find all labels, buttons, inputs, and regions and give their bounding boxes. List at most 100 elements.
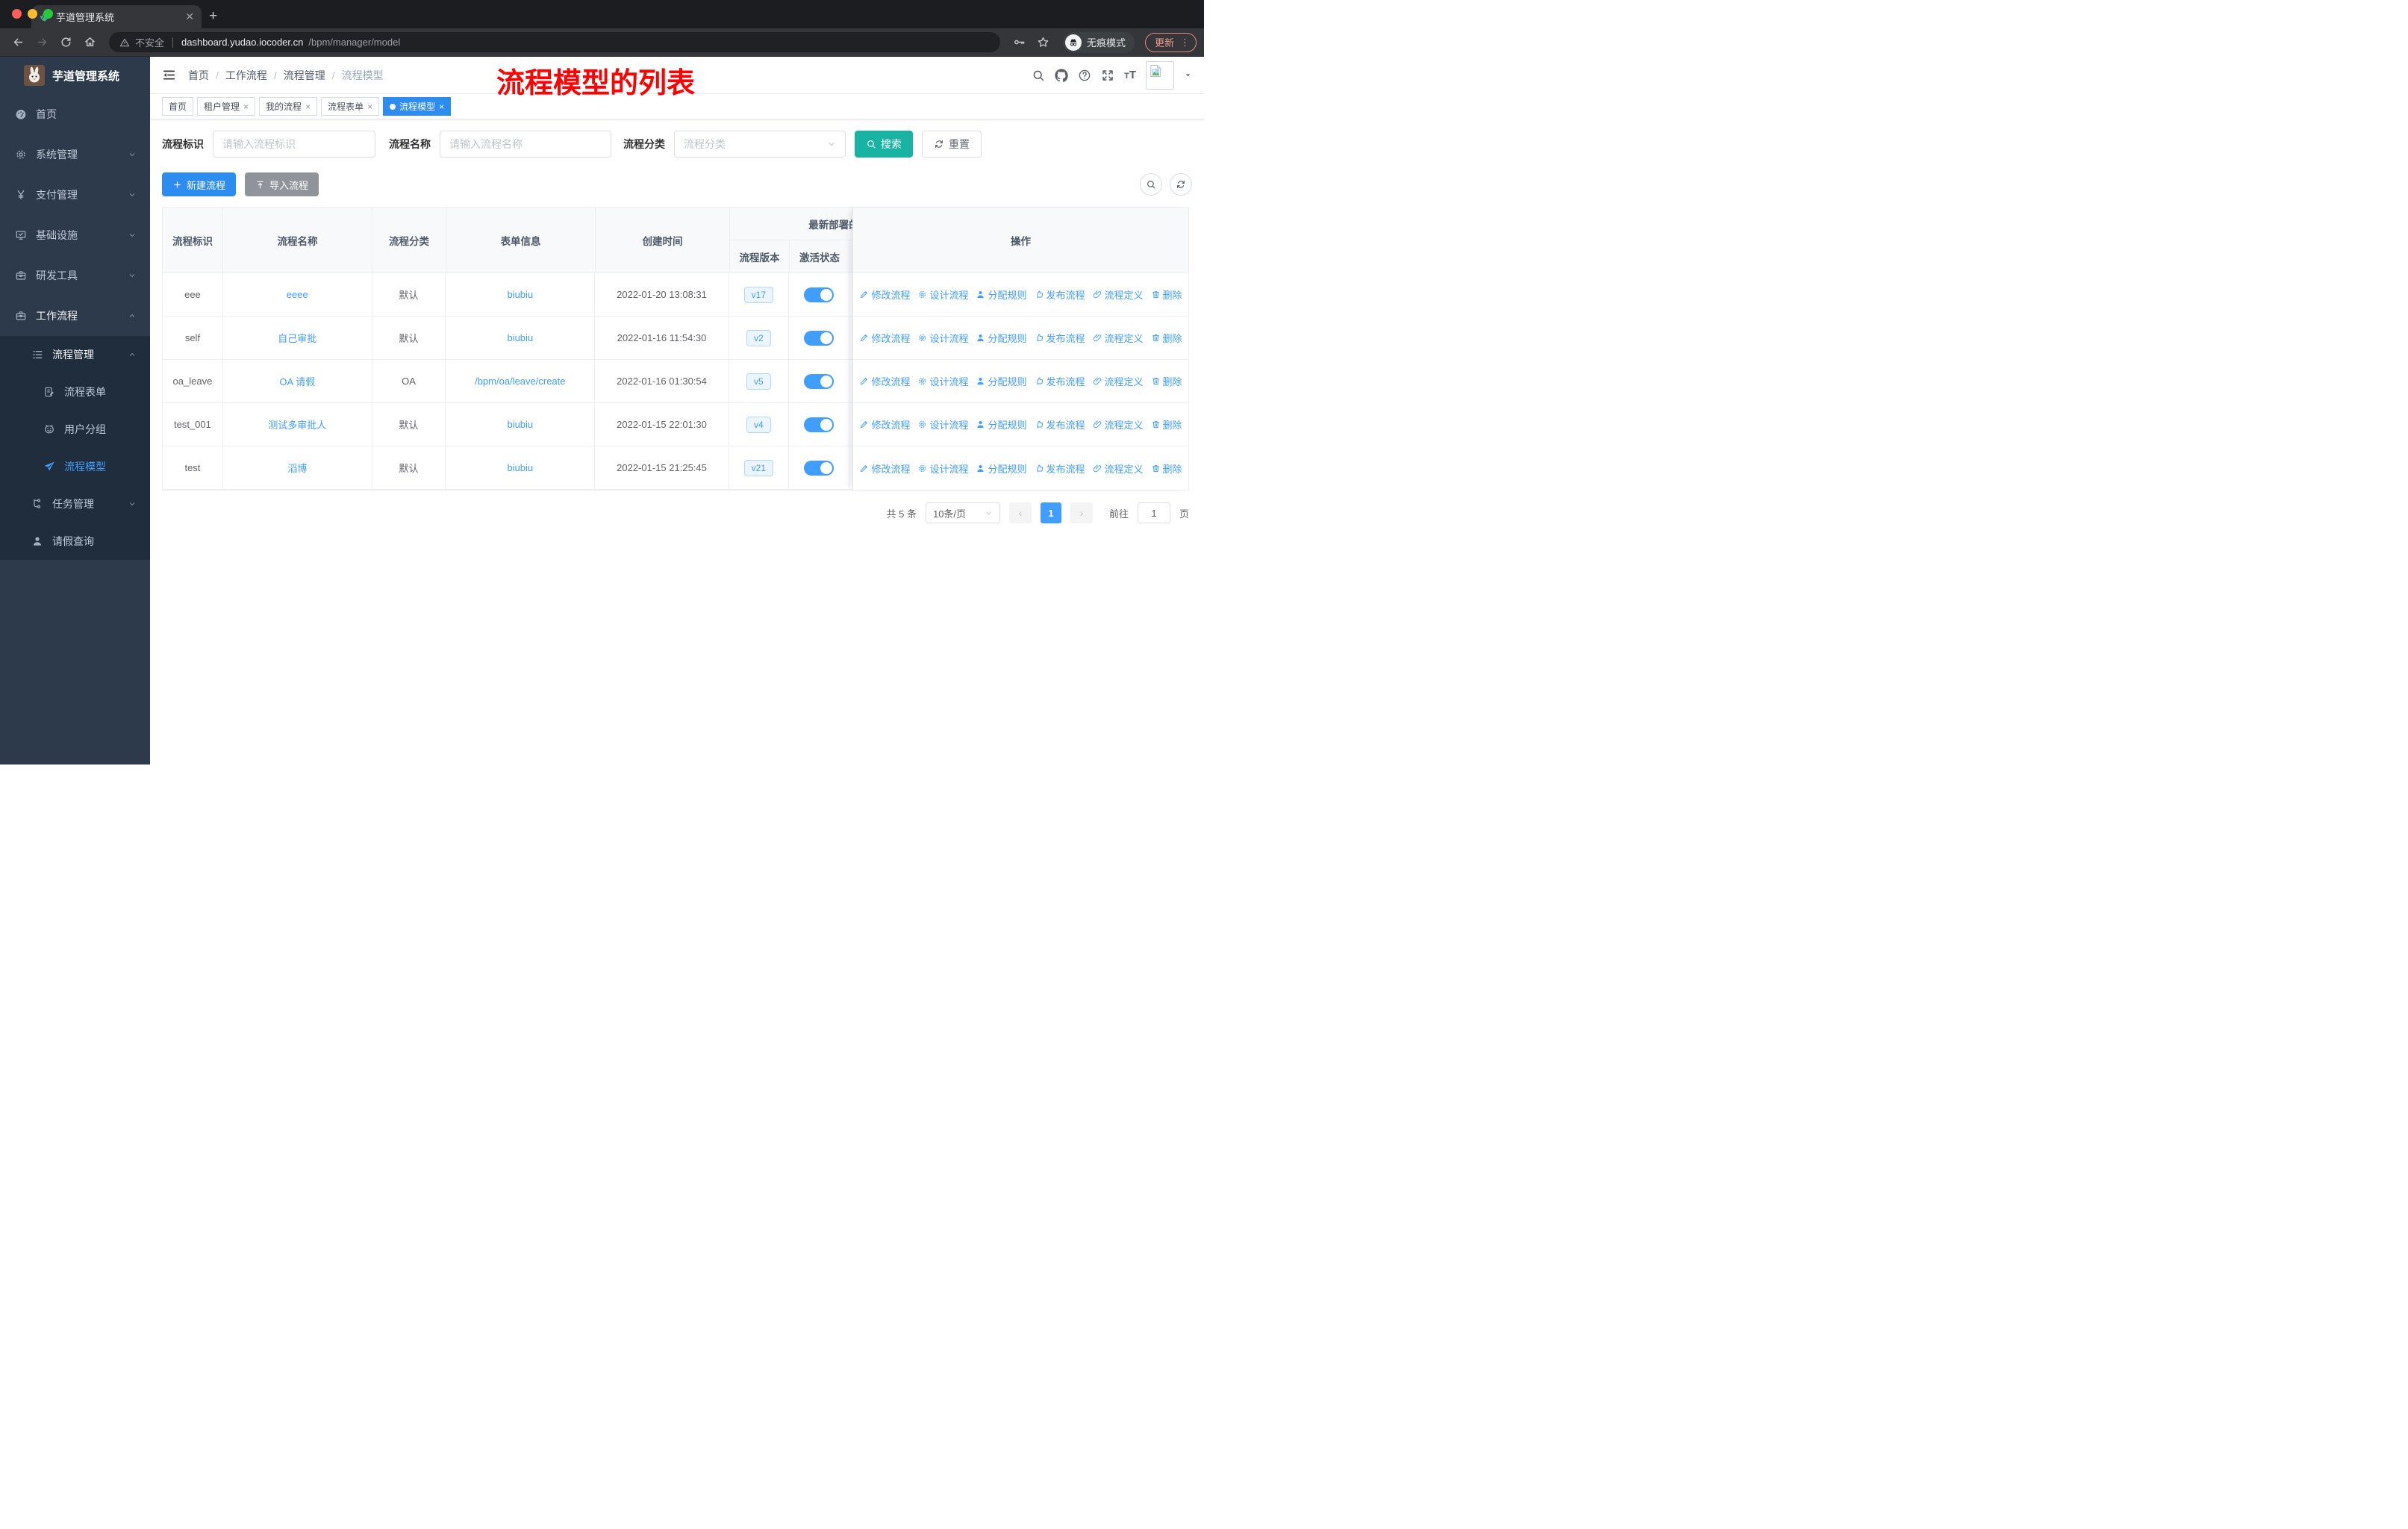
close-icon[interactable]: ×	[367, 102, 372, 112]
back-button[interactable]	[7, 32, 28, 53]
edit-process-link[interactable]: 修改流程	[859, 287, 910, 302]
process-name-input[interactable]	[440, 131, 611, 158]
design-process-link[interactable]: 设计流程	[917, 374, 968, 388]
minimize-window-button[interactable]	[28, 9, 37, 19]
sidebar-item-leave-query[interactable]: 请假查询	[0, 523, 150, 560]
create-process-button[interactable]: 新建流程	[162, 172, 237, 196]
sidebar-item-infra[interactable]: 基础设施	[0, 215, 150, 255]
tag-process-model[interactable]: 流程模型 ×	[383, 97, 452, 116]
active-toggle[interactable]	[803, 373, 834, 389]
refresh-table-button[interactable]	[1170, 173, 1192, 196]
active-toggle[interactable]	[803, 330, 834, 346]
maximize-window-button[interactable]	[43, 9, 53, 19]
sidebar-item-process-form[interactable]: 流程表单	[0, 373, 150, 411]
tab-close-icon[interactable]: ✕	[185, 10, 194, 23]
tag-my-process[interactable]: 我的流程 ×	[259, 97, 318, 116]
publish-process-link[interactable]: 发布流程	[1035, 331, 1085, 345]
import-process-button[interactable]: 导入流程	[245, 172, 319, 196]
current-page-button[interactable]: 1	[1040, 502, 1061, 523]
search-button[interactable]: 搜索	[855, 131, 913, 158]
delete-link[interactable]: 删除	[1151, 331, 1182, 345]
forward-button[interactable]	[31, 32, 52, 53]
assign-rule-link[interactable]: 分配规则	[976, 287, 1027, 302]
version-badge[interactable]: v4	[746, 416, 771, 433]
bookmark-star-icon[interactable]	[1033, 32, 1054, 53]
sidebar-item-user-group[interactable]: 用户分组	[0, 411, 150, 448]
process-definition-link[interactable]: 流程定义	[1093, 461, 1144, 476]
publish-process-link[interactable]: 发布流程	[1035, 374, 1085, 388]
prev-page-button[interactable]: ‹	[1008, 502, 1032, 523]
process-definition-link[interactable]: 流程定义	[1093, 417, 1144, 432]
process-definition-link[interactable]: 流程定义	[1093, 374, 1144, 388]
help-icon[interactable]	[1078, 69, 1091, 82]
process-name-link[interactable]: OA 请假	[279, 374, 315, 388]
close-icon[interactable]: ×	[439, 102, 444, 112]
form-link[interactable]: biubiu	[507, 462, 533, 473]
home-button[interactable]	[79, 32, 100, 53]
process-name-link[interactable]: 自己审批	[278, 331, 316, 345]
form-link[interactable]: biubiu	[507, 419, 533, 430]
process-definition-link[interactable]: 流程定义	[1093, 287, 1144, 302]
reset-button[interactable]: 重置	[922, 131, 982, 158]
delete-link[interactable]: 删除	[1151, 374, 1182, 388]
close-icon[interactable]: ×	[305, 102, 311, 112]
version-badge[interactable]: v2	[746, 329, 771, 346]
form-link[interactable]: biubiu	[507, 332, 533, 343]
edit-process-link[interactable]: 修改流程	[859, 374, 910, 388]
process-id-input[interactable]	[213, 131, 375, 158]
browser-tab[interactable]: 芋道管理系统 ✕	[31, 5, 202, 28]
process-category-select[interactable]: 流程分类	[674, 131, 846, 158]
form-link[interactable]: biubiu	[507, 289, 533, 300]
active-toggle[interactable]	[803, 287, 834, 302]
version-badge[interactable]: v21	[743, 459, 774, 476]
assign-rule-link[interactable]: 分配规则	[976, 417, 1027, 432]
address-bar[interactable]: 不安全 dashboard.yudao.iocoder.cn/bpm/manag…	[109, 32, 1000, 52]
github-icon[interactable]	[1055, 69, 1068, 82]
process-name-link[interactable]: eeee	[287, 289, 308, 300]
process-definition-link[interactable]: 流程定义	[1093, 331, 1144, 345]
sidebar-item-process-model[interactable]: 流程模型	[0, 448, 150, 485]
publish-process-link[interactable]: 发布流程	[1035, 417, 1085, 432]
caret-down-icon[interactable]	[1184, 71, 1192, 79]
publish-process-link[interactable]: 发布流程	[1035, 461, 1085, 476]
browser-update-button[interactable]: 更新 ⋮	[1144, 32, 1197, 52]
password-key-icon[interactable]	[1009, 32, 1030, 53]
sidebar-item-task-management[interactable]: 任务管理	[0, 485, 150, 523]
form-link[interactable]: /bpm/oa/leave/create	[475, 376, 565, 387]
assign-rule-link[interactable]: 分配规则	[976, 461, 1027, 476]
delete-link[interactable]: 删除	[1151, 287, 1182, 302]
active-toggle[interactable]	[803, 417, 834, 432]
process-name-link[interactable]: 测试多审批人	[268, 417, 326, 432]
page-size-select[interactable]: 10条/页	[925, 502, 1000, 523]
active-toggle[interactable]	[803, 460, 834, 476]
next-page-button[interactable]: ›	[1070, 502, 1093, 523]
close-icon[interactable]: ×	[243, 102, 249, 112]
design-process-link[interactable]: 设计流程	[917, 417, 968, 432]
process-name-link[interactable]: 滔博	[287, 461, 307, 475]
font-size-icon[interactable]: TT	[1124, 69, 1136, 81]
goto-page-input[interactable]	[1137, 502, 1170, 523]
assign-rule-link[interactable]: 分配规则	[976, 374, 1027, 388]
fullscreen-icon[interactable]	[1101, 69, 1114, 82]
sidebar-item-system[interactable]: 系统管理	[0, 134, 150, 175]
breadcrumb-home[interactable]: 首页	[188, 68, 209, 83]
tag-tenant[interactable]: 租户管理 ×	[197, 97, 256, 116]
delete-link[interactable]: 删除	[1151, 417, 1182, 432]
sidebar-item-process-management[interactable]: 流程管理	[0, 336, 150, 373]
edit-process-link[interactable]: 修改流程	[859, 417, 910, 432]
edit-process-link[interactable]: 修改流程	[859, 331, 910, 345]
edit-process-link[interactable]: 修改流程	[859, 461, 910, 476]
new-tab-button[interactable]: +	[209, 8, 217, 25]
avatar[interactable]	[1146, 60, 1174, 90]
browser-menu-icon[interactable]: ⋮	[1180, 37, 1190, 47]
delete-link[interactable]: 删除	[1151, 461, 1182, 476]
version-badge[interactable]: v17	[743, 286, 774, 303]
tag-home[interactable]: 首页	[162, 97, 194, 116]
close-window-button[interactable]	[12, 9, 22, 19]
sidebar-toggle-icon[interactable]	[162, 68, 176, 82]
publish-process-link[interactable]: 发布流程	[1035, 287, 1085, 302]
hide-search-button[interactable]	[1140, 173, 1162, 196]
version-badge[interactable]: v5	[746, 373, 771, 390]
design-process-link[interactable]: 设计流程	[917, 331, 968, 345]
search-icon[interactable]	[1032, 69, 1045, 82]
